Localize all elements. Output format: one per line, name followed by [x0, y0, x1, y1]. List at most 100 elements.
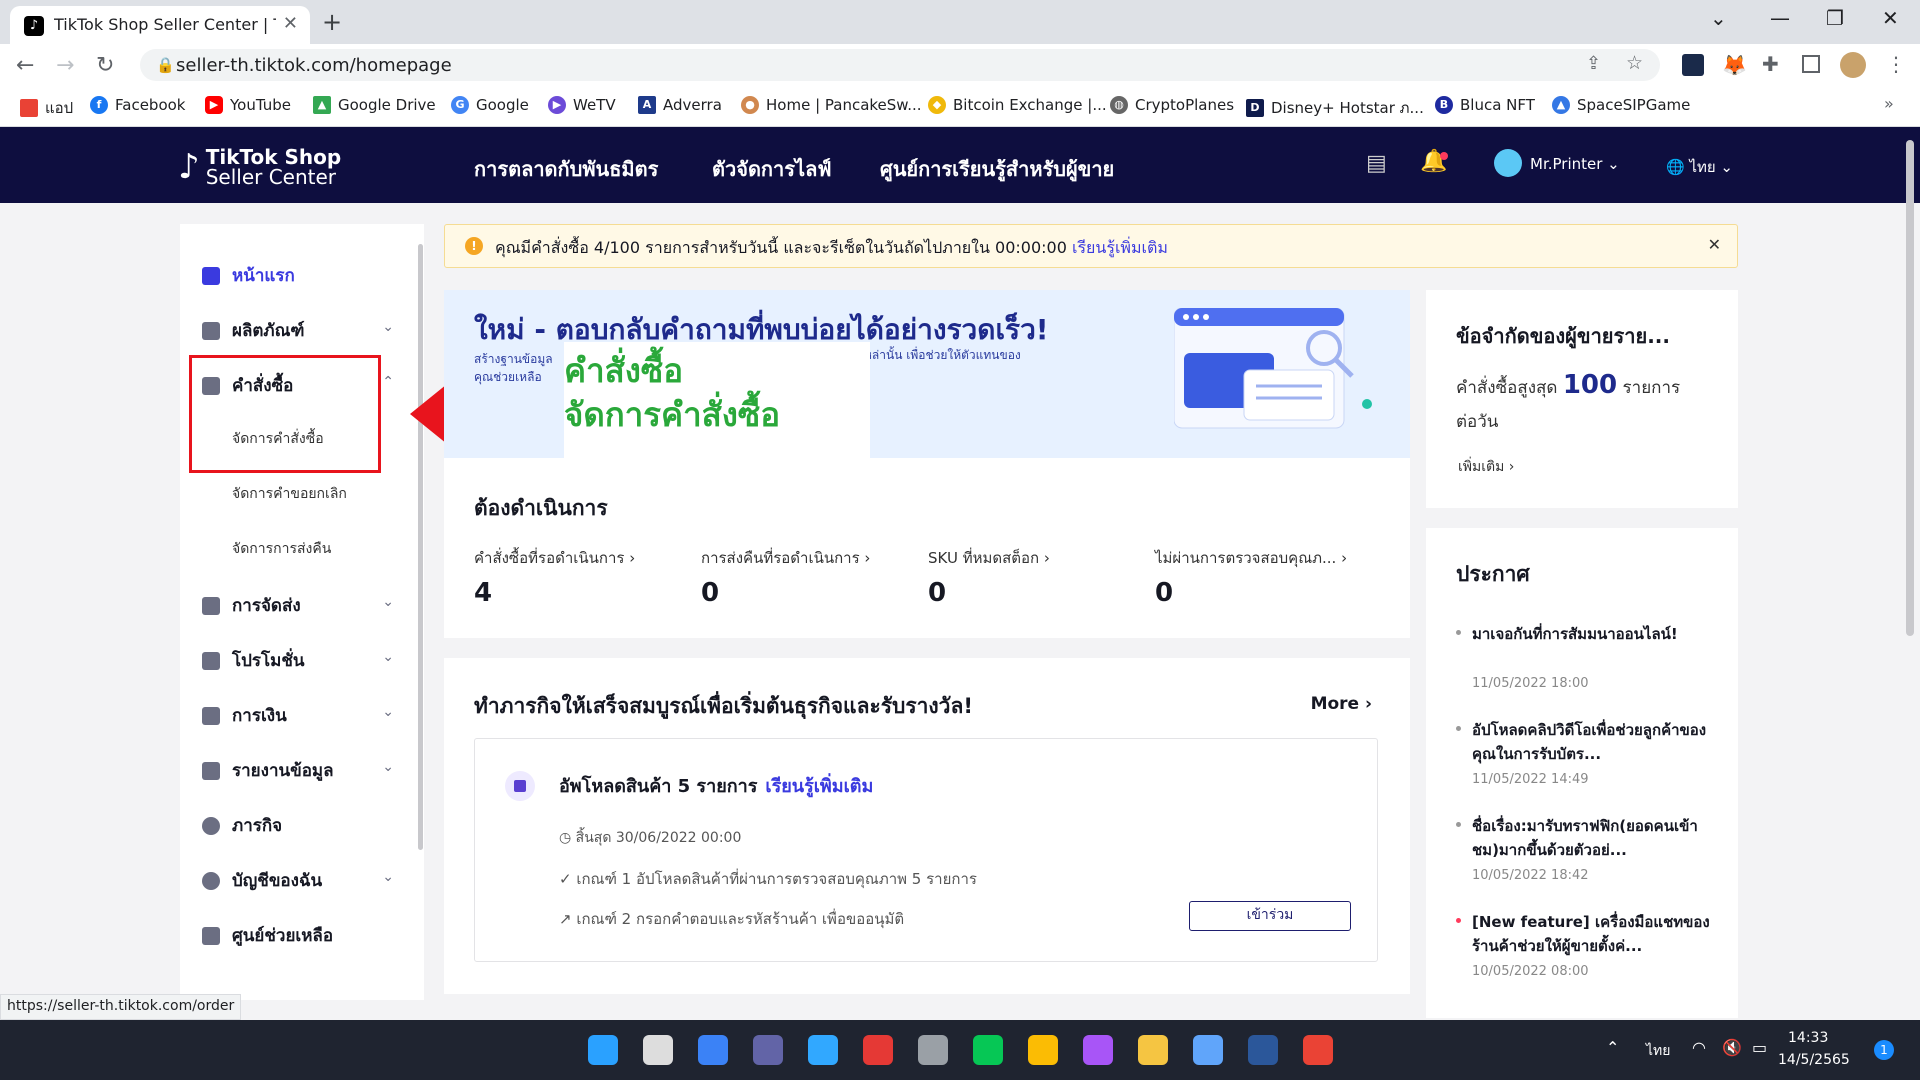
bookmark-bitcoin-exchange[interactable]: ◆ Bitcoin Exchange |...: [928, 96, 1107, 114]
explorer-icon[interactable]: [1138, 1035, 1168, 1065]
seller-limit-more-link[interactable]: เพิ่มเติม ›: [1458, 456, 1514, 478]
reload-icon[interactable]: ↻: [96, 53, 114, 78]
clock-time[interactable]: 14:33: [1788, 1030, 1828, 1046]
back-icon[interactable]: ←: [16, 53, 34, 78]
sidebar-scrollbar[interactable]: [418, 244, 423, 850]
sidebar-item-products[interactable]: ผลิตภัณฑ์: [202, 317, 305, 344]
tab-search-icon[interactable]: ⌄: [1710, 6, 1727, 30]
chrome-profile-icon[interactable]: [1303, 1035, 1333, 1065]
clock-date[interactable]: 14/5/2565: [1778, 1052, 1850, 1068]
share-icon[interactable]: ⇪: [1586, 53, 1601, 74]
close-window-icon[interactable]: ✕: [1882, 6, 1899, 30]
tray-language[interactable]: ไทย: [1646, 1040, 1670, 1062]
widgets-icon[interactable]: [698, 1035, 728, 1065]
avatar[interactable]: [1494, 149, 1522, 177]
forward-icon[interactable]: →: [56, 53, 74, 78]
finance-icon: [202, 706, 220, 725]
close-icon[interactable]: ✕: [1708, 235, 1721, 254]
browser-tab[interactable]: ♪ TikTok Shop Seller Center | Thaila ✕: [10, 6, 310, 44]
bookmark-pancakeswap[interactable]: ● Home | PancakeSw...: [741, 96, 922, 114]
profile-avatar[interactable]: [1840, 52, 1866, 78]
tiktok-shop-logo[interactable]: ♪ TikTok Shop Seller Center: [178, 147, 341, 187]
sidebar-item-promotions[interactable]: โปรโมชั่น: [202, 647, 305, 674]
bookmark-star-icon[interactable]: ☆: [1626, 52, 1643, 74]
metric-pending-returns[interactable]: การส่งคืนที่รอดำเนินการ › 0: [701, 546, 870, 608]
messenger-icon[interactable]: [1083, 1035, 1113, 1065]
tray-chevron-up-icon[interactable]: ⌃: [1606, 1038, 1619, 1057]
more-bookmarks-icon[interactable]: »: [1884, 94, 1894, 113]
notice-learn-more-link[interactable]: เรียนรู้เพิ่มเติม: [1072, 238, 1168, 257]
metric-out-of-stock-sku[interactable]: SKU ที่หมดสต็อก › 0: [928, 546, 1050, 608]
nav-affiliate-marketing[interactable]: การตลาดกับพันธมิตร: [474, 153, 658, 185]
calculator-icon[interactable]: [918, 1035, 948, 1065]
chat-icon[interactable]: ▤: [1366, 151, 1387, 176]
notification-count-badge[interactable]: 1: [1874, 1040, 1894, 1060]
menu-dots-icon[interactable]: ⋮: [1886, 52, 1906, 76]
metamask-icon[interactable]: 🦊: [1722, 53, 1747, 77]
chevron-down-icon[interactable]: ⌄: [382, 649, 394, 665]
metric-pending-orders[interactable]: คำสั่งซื้อที่รอดำเนินการ › 4: [474, 546, 635, 608]
close-tab-icon[interactable]: ✕: [283, 13, 298, 34]
bookmark-facebook[interactable]: f Facebook: [90, 96, 185, 114]
mission-item: อัพโหลดสินค้า 5 รายการ เรียนรู้เพิ่มเติม …: [474, 738, 1378, 962]
start-icon[interactable]: [588, 1035, 618, 1065]
notepad-icon[interactable]: [1193, 1035, 1223, 1065]
bookmark-google-drive[interactable]: ▲ Google Drive: [313, 96, 436, 114]
sidebar-item-reports[interactable]: รายงานข้อมูล: [202, 757, 334, 784]
sidebar-item-my-account[interactable]: บัญชีของฉัน: [202, 867, 322, 894]
chevron-down-icon[interactable]: ⌄: [382, 869, 394, 885]
extension-icon[interactable]: [1682, 54, 1704, 76]
bookmark-cryptoplanes[interactable]: ◍ CryptoPlanes: [1110, 96, 1234, 114]
globe-icon: ◍: [1110, 96, 1128, 114]
user-menu[interactable]: Mr.Printer ⌄: [1530, 155, 1620, 173]
bookmark-label: Home | PancakeSw...: [766, 96, 922, 114]
sidebar-sub-manage-returns[interactable]: จัดการการส่งคืน: [232, 538, 331, 560]
nav-live-manager[interactable]: ตัวจัดการไลฟ์: [712, 153, 831, 185]
page-scrollbar[interactable]: [1906, 140, 1914, 636]
wifi-icon[interactable]: ◠: [1692, 1038, 1706, 1057]
chevron-down-icon[interactable]: ⌄: [382, 759, 394, 775]
address-bar[interactable]: 🔒 seller-th.tiktok.com/homepage ⇪ ☆: [140, 49, 1660, 81]
bookmark-apps[interactable]: แอป: [20, 96, 73, 120]
sidebar-item-shipping[interactable]: การจัดส่ง: [202, 592, 301, 619]
metric-label: ไม่ผ่านการตรวจสอบคุณภ... ›: [1155, 549, 1348, 567]
sidebar-item-finance[interactable]: การเงิน: [202, 702, 287, 729]
chevron-down-icon[interactable]: ⌄: [382, 594, 394, 610]
chrome-icon[interactable]: [1028, 1035, 1058, 1065]
chevron-down-icon[interactable]: ⌄: [382, 319, 394, 335]
search-icon[interactable]: [643, 1035, 673, 1065]
line-icon[interactable]: [973, 1035, 1003, 1065]
bookmark-adverra[interactable]: A Adverra: [638, 96, 722, 114]
bookmark-spacesipgame[interactable]: ▲ SpaceSIPGame: [1552, 96, 1690, 114]
new-tab-icon[interactable]: +: [322, 8, 342, 36]
bookmark-youtube[interactable]: ▶ YouTube: [205, 96, 291, 114]
maximize-icon[interactable]: ❐: [1826, 6, 1844, 30]
chevron-down-icon[interactable]: ⌄: [382, 704, 394, 720]
bookmark-google[interactable]: G Google: [451, 96, 529, 114]
mission-learn-more-link[interactable]: เรียนรู้เพิ่มเติม: [765, 776, 873, 797]
bookmark-bluca-nft[interactable]: B Bluca NFT: [1435, 96, 1535, 114]
battery-icon[interactable]: ▭: [1752, 1038, 1767, 1057]
extensions-puzzle-icon[interactable]: ✚: [1762, 52, 1779, 76]
sidebar-sub-manage-cancellations[interactable]: จัดการคำขอยกเลิก: [232, 483, 347, 505]
minimize-icon[interactable]: —: [1770, 6, 1790, 30]
bookmark-disney-hotstar[interactable]: D Disney+ Hotstar ภ...: [1246, 96, 1424, 120]
sidebar-item-help-center[interactable]: ศูนย์ช่วยเหลือ: [202, 922, 333, 949]
language-selector[interactable]: 🌐 ไทย ⌄: [1666, 155, 1733, 179]
meet-icon[interactable]: [753, 1035, 783, 1065]
word-icon[interactable]: [1248, 1035, 1278, 1065]
photoshop-icon[interactable]: [808, 1035, 838, 1065]
nav-seller-university[interactable]: ศูนย์การเรียนรู้สำหรับผู้ขาย: [880, 153, 1114, 185]
bookmark-wetv[interactable]: ▶ WeTV: [548, 96, 616, 114]
chevron-up-icon[interactable]: ⌃: [382, 374, 394, 390]
join-button[interactable]: เข้าร่วม: [1189, 901, 1351, 931]
wetv-icon: ▶: [548, 96, 566, 114]
missions-more-link[interactable]: More ›: [1311, 694, 1372, 714]
metric-failed-qc[interactable]: ไม่ผ่านการตรวจสอบคุณภ... › 0: [1155, 546, 1347, 608]
speaker-muted-icon[interactable]: 🔇: [1722, 1038, 1742, 1057]
camera-icon[interactable]: [863, 1035, 893, 1065]
side-panel-icon[interactable]: [1802, 55, 1820, 73]
lock-icon[interactable]: 🔒: [156, 56, 175, 74]
sidebar-item-missions[interactable]: ภารกิจ: [202, 812, 282, 839]
sidebar-item-home[interactable]: หน้าแรก: [202, 262, 295, 289]
